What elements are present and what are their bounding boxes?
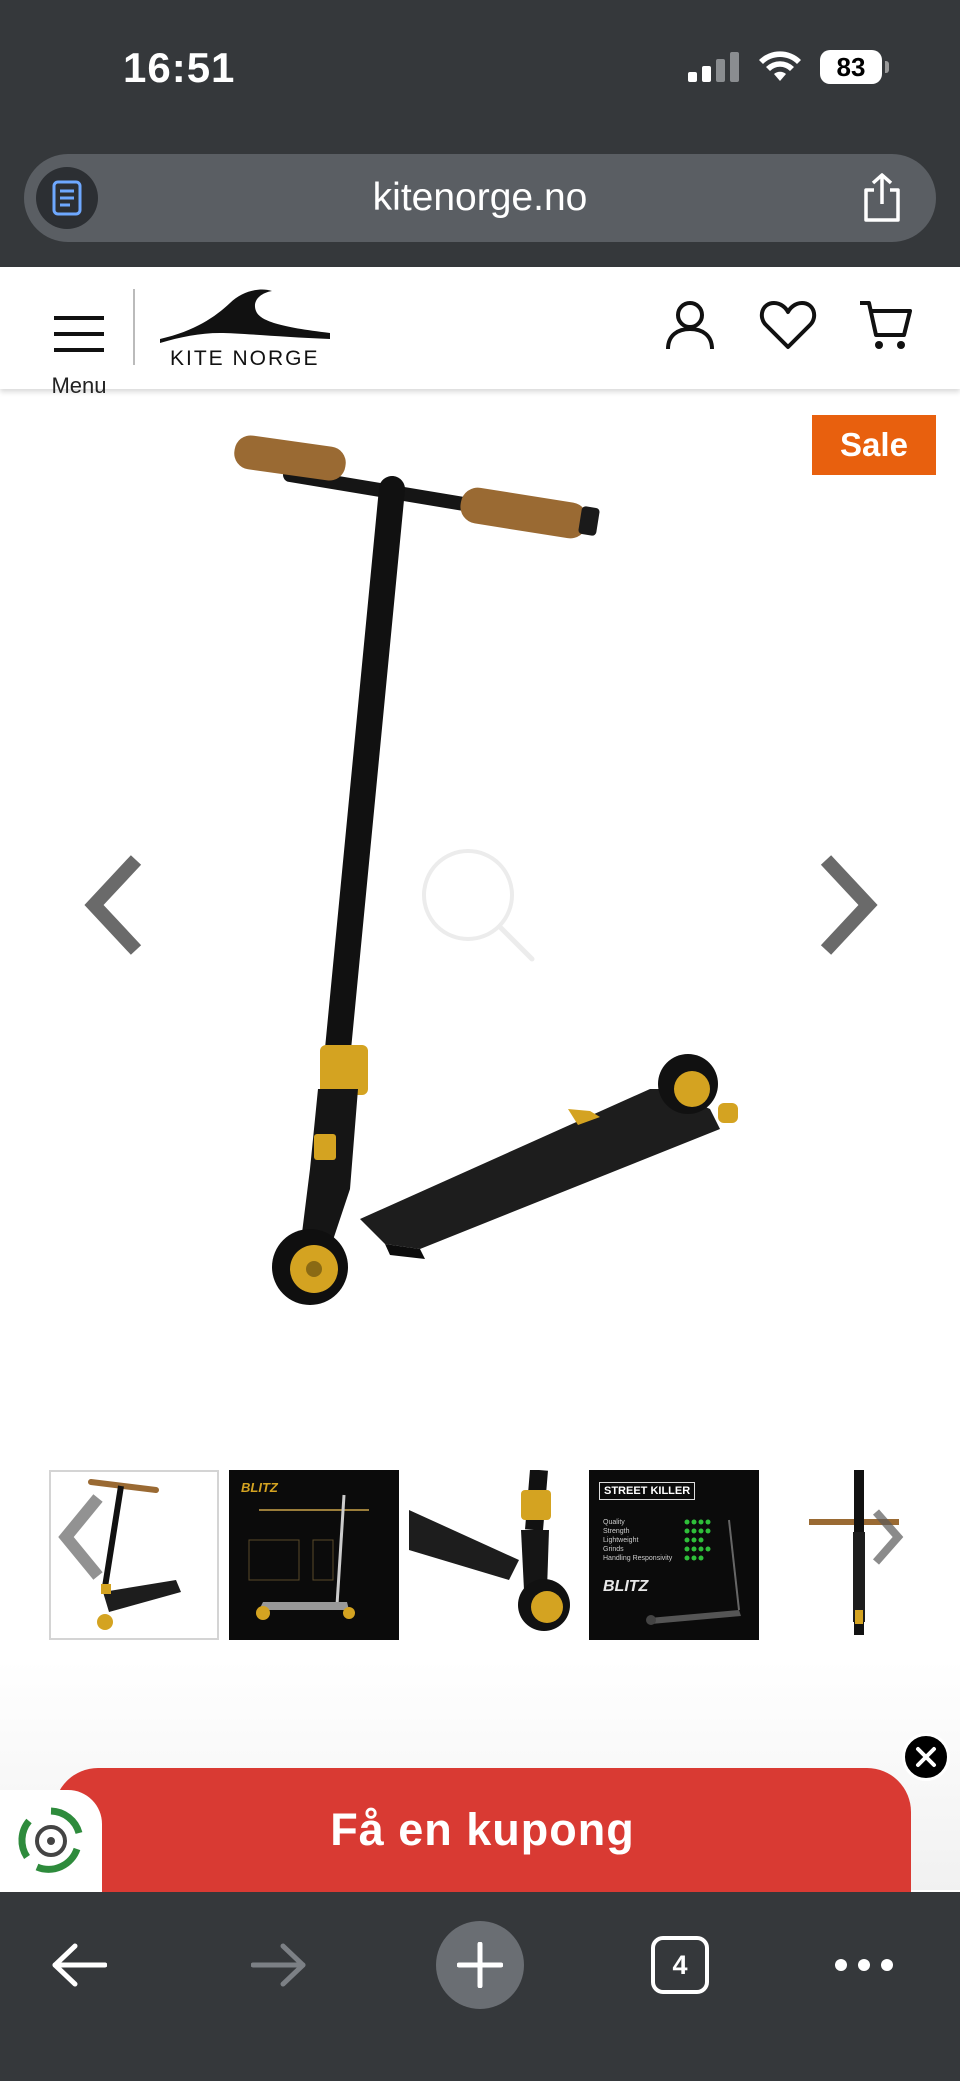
wifi-icon xyxy=(759,51,801,81)
new-tab-plus-icon xyxy=(457,1942,503,1988)
gallery-prev-arrow-icon[interactable] xyxy=(76,850,156,960)
site-logo[interactable]: KITE NORGE xyxy=(160,287,330,372)
thumbnail-next-arrow-icon[interactable] xyxy=(868,1492,908,1582)
cellular-signal-icon xyxy=(688,52,739,82)
status-icons: 83 xyxy=(688,50,889,84)
hamburger-icon xyxy=(54,316,104,352)
thumbnail-prev-arrow-icon[interactable] xyxy=(56,1492,106,1582)
browser-bottom-toolbar: 4 xyxy=(0,1892,960,2081)
tabs-icon: 4 xyxy=(651,1936,709,1994)
deck xyxy=(360,1089,720,1249)
shopping-cart-icon[interactable] xyxy=(856,295,916,355)
more-icon xyxy=(835,1959,893,1971)
thumbnail-3[interactable] xyxy=(409,1470,579,1640)
thumbnail-2-brand: BLITZ xyxy=(241,1480,278,1495)
battery-icon: 83 xyxy=(820,50,889,84)
header-divider xyxy=(133,289,135,365)
menu-button[interactable]: Menu xyxy=(44,291,114,398)
coupon-label: Få en kupong xyxy=(330,1804,635,1855)
url-text[interactable]: kitenorge.no xyxy=(24,176,936,220)
tabs-button[interactable]: 4 xyxy=(650,1920,710,2010)
status-time: 16:51 xyxy=(123,44,236,91)
coupon-widget-logo[interactable] xyxy=(0,1790,102,1892)
close-icon xyxy=(916,1747,936,1767)
new-tab-plus-circle xyxy=(436,1921,524,2009)
more-button[interactable] xyxy=(832,1920,896,2010)
new-tab-button[interactable] xyxy=(436,1920,524,2010)
browser-top-chrome: 16:51 83 kitenorge.no xyxy=(0,0,960,267)
gallery-next-arrow-icon[interactable] xyxy=(806,850,886,960)
gold-clamp xyxy=(320,1045,368,1095)
wave-logo-icon xyxy=(160,289,330,343)
back-button[interactable] xyxy=(44,1920,114,2010)
wishlist-heart-icon[interactable] xyxy=(758,295,818,355)
coupon-close-button[interactable] xyxy=(902,1733,950,1781)
thumbnail-2[interactable]: BLITZ xyxy=(229,1470,399,1640)
recycle-coupon-icon xyxy=(18,1807,83,1873)
coupon-button[interactable]: Få en kupong xyxy=(54,1768,911,1892)
right-grip xyxy=(460,487,588,539)
forward-button[interactable] xyxy=(244,1920,314,2010)
forward-arrow-icon xyxy=(251,1943,306,1987)
thumbnail-4-brand: BLITZ xyxy=(603,1578,649,1595)
address-bar[interactable]: kitenorge.no xyxy=(24,154,936,242)
thumbnail-4[interactable]: STREET KILLER Quality Strength Lightweig… xyxy=(589,1470,759,1640)
zoom-icon[interactable] xyxy=(418,845,538,965)
share-icon[interactable] xyxy=(860,172,904,224)
user-account-icon[interactable] xyxy=(660,295,720,355)
thumbnail-strip: BLITZ STREET KILLER Quality Strength Lig… xyxy=(0,1470,960,1642)
logo-text: KITE NORGE xyxy=(170,347,320,370)
back-arrow-icon xyxy=(52,1943,107,1987)
site-header: Menu KITE NORGE xyxy=(0,267,960,398)
